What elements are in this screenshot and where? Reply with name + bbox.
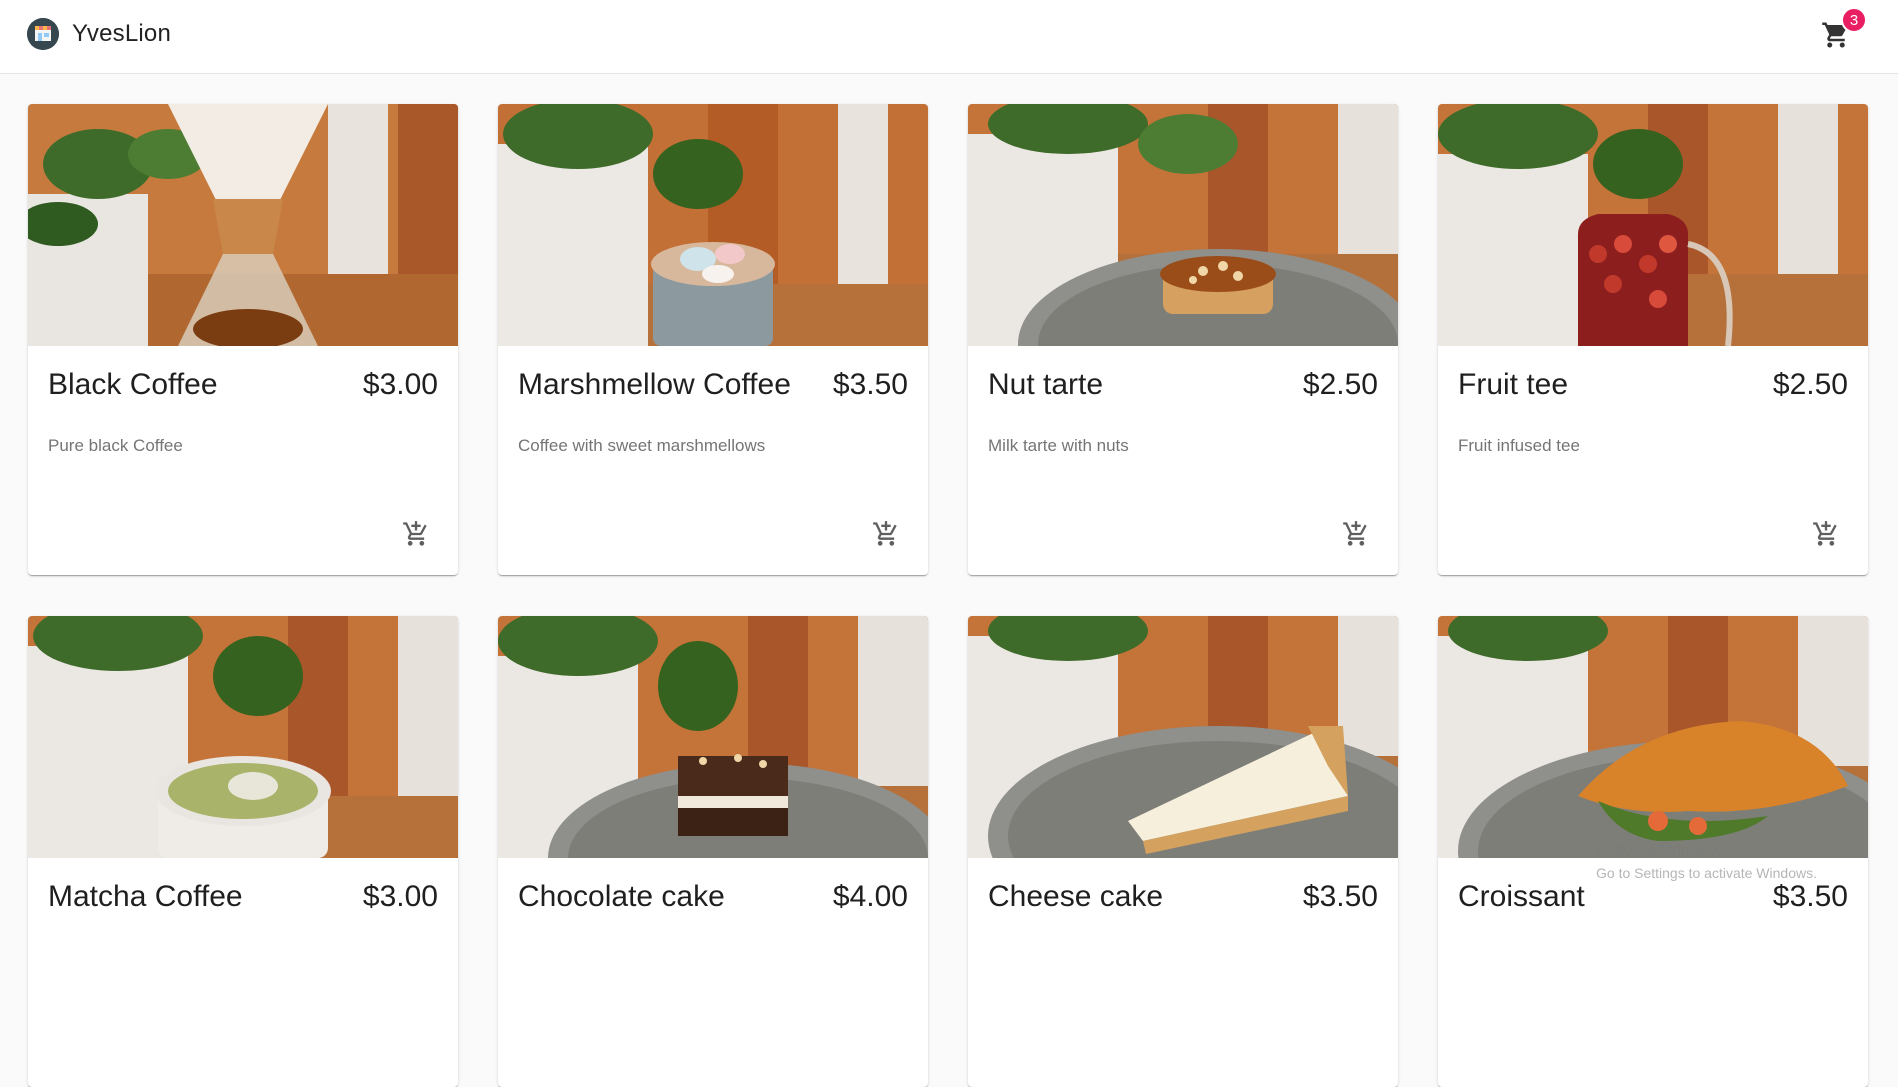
cheesecake-photo bbox=[968, 616, 1398, 858]
product-description: Coffee with sweet marshmellows bbox=[518, 436, 766, 455]
chocolate-cake-photo bbox=[498, 616, 928, 858]
brand-name[interactable]: YvesLion bbox=[72, 20, 171, 48]
product-title: Nut tarte bbox=[988, 368, 1104, 401]
add-shopping-cart-icon bbox=[1813, 521, 1837, 546]
product-card[interactable]: Chocolate cake $4.00 bbox=[498, 616, 928, 1087]
product-title: Chocolate cake bbox=[518, 880, 725, 913]
add-to-cart-button[interactable] bbox=[396, 514, 436, 554]
product-card[interactable]: Matcha Coffee $3.00 bbox=[28, 616, 458, 1087]
app-bar: YvesLion 3 bbox=[0, 0, 1898, 74]
product-price: $3.50 bbox=[832, 368, 908, 401]
add-to-cart-button[interactable] bbox=[1806, 514, 1846, 554]
product-card[interactable]: Nut tarte $2.50 Milk tarte with nuts bbox=[968, 104, 1398, 575]
product-price: $4.00 bbox=[832, 880, 908, 913]
product-price: $3.00 bbox=[362, 880, 438, 913]
cart-count-badge: 3 bbox=[1841, 7, 1867, 33]
product-card[interactable]: Croissant $3.50 bbox=[1438, 616, 1868, 1087]
croissant-photo bbox=[1438, 616, 1868, 858]
product-card[interactable]: Black Coffee $3.00 Pure black Coffee bbox=[28, 104, 458, 575]
add-to-cart-button[interactable] bbox=[866, 514, 906, 554]
add-shopping-cart-icon bbox=[873, 521, 897, 546]
add-shopping-cart-icon bbox=[1343, 521, 1367, 546]
product-price: $3.00 bbox=[362, 368, 438, 401]
product-price: $2.50 bbox=[1302, 368, 1378, 401]
coffee-dripper-photo bbox=[28, 104, 458, 346]
product-price: $3.50 bbox=[1302, 880, 1378, 913]
product-price: $2.50 bbox=[1772, 368, 1848, 401]
shop-logo-icon[interactable] bbox=[27, 18, 59, 50]
product-card[interactable]: Fruit tee $2.50 Fruit infused tee bbox=[1438, 104, 1868, 575]
product-description: Pure black Coffee bbox=[48, 436, 183, 455]
nut-tart-photo bbox=[968, 104, 1398, 346]
add-to-cart-button[interactable] bbox=[1336, 514, 1376, 554]
product-title: Black Coffee bbox=[48, 368, 218, 401]
product-title: Matcha Coffee bbox=[48, 880, 243, 913]
product-card[interactable]: Marshmellow Coffee $3.50 Coffee with swe… bbox=[498, 104, 928, 575]
product-price: $3.50 bbox=[1772, 880, 1848, 913]
add-shopping-cart-icon bbox=[403, 521, 427, 546]
matcha-latte-photo bbox=[28, 616, 458, 858]
product-description: Fruit infused tee bbox=[1458, 436, 1580, 455]
product-card[interactable]: Cheese cake $3.50 bbox=[968, 616, 1398, 1087]
product-description: Milk tarte with nuts bbox=[988, 436, 1129, 455]
product-title: Cheese cake bbox=[988, 880, 1164, 913]
fruit-tea-jug-photo bbox=[1438, 104, 1868, 346]
product-title: Marshmellow Coffee bbox=[518, 368, 791, 401]
product-title: Croissant bbox=[1458, 880, 1585, 913]
marshmallow-cup-photo bbox=[498, 104, 928, 346]
product-title: Fruit tee bbox=[1458, 368, 1569, 401]
